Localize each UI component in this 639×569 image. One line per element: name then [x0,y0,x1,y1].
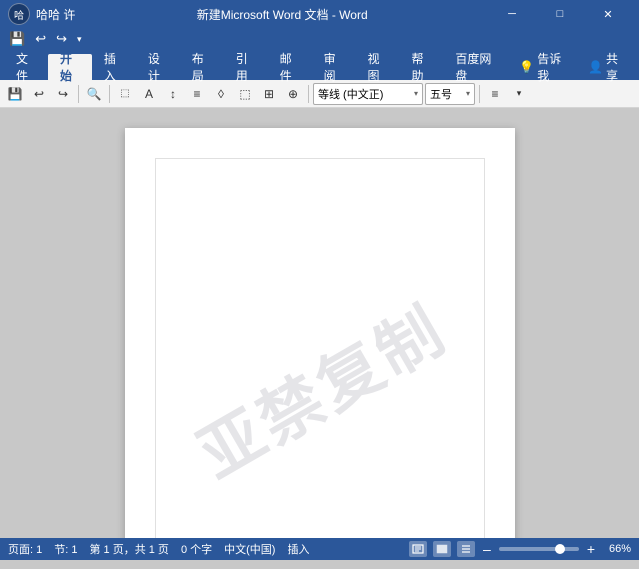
menu-tellme[interactable]: 💡 告诉我 [507,54,576,80]
undo-btn[interactable]: ↩ [28,83,50,105]
window-title: 新建Microsoft Word 文档 - Word [75,6,489,23]
web-layout-icon [436,544,448,554]
zoom-thumb[interactable] [555,544,565,554]
document-page: 亚禁复制 [125,128,515,538]
zoom-slider[interactable] [499,547,579,551]
align-btn[interactable]: ≡ [484,83,506,105]
page-count: 第 1 页，共 1 页 [89,541,168,557]
menu-references[interactable]: 引用 [224,54,268,80]
read-view-btn[interactable] [457,541,475,557]
user-area: 哈 哈哈 许 [8,3,75,25]
menu-mail[interactable]: 邮件 [268,54,312,80]
text-color-btn[interactable]: A [138,83,160,105]
qa-undo-button[interactable]: ↩ [32,30,49,48]
qa-redo-button[interactable]: ↪ [53,30,70,48]
save-icon[interactable]: 💾 [4,83,26,105]
status-bar: 页面: 1 节: 1 第 1 页，共 1 页 0 个字 中文(中国) 插入 [0,538,639,560]
plus-btn[interactable]: ⊕ [282,83,304,105]
print-view-btn[interactable] [409,541,427,557]
menu-file[interactable]: 文件 [4,54,48,80]
close-button[interactable]: ✕ [585,0,631,28]
redo-btn[interactable]: ↪ [52,83,74,105]
grid-btn[interactable]: ⬚ [234,83,256,105]
web-view-btn[interactable] [433,541,451,557]
minimize-button[interactable]: ─ [489,0,535,28]
format-btn[interactable]: ⬚ [114,83,136,105]
menu-start[interactable]: 开始 [48,54,92,80]
window-controls: ─ □ ✕ [489,0,631,28]
maximize-button[interactable]: □ [537,0,583,28]
menu-view[interactable]: 视图 [356,54,400,80]
document-area: 亚禁复制 [0,108,639,538]
quick-access-toolbar: 💾 ↩ ↪ ▾ [0,28,639,50]
menu-layout[interactable]: 布局 [180,54,224,80]
ribbon-tabs: 文件 开始 插入 设计 布局 引用 邮件 审阅 视图 帮助 百度网盘 💡 告诉我… [0,50,639,80]
sep4 [479,85,480,103]
font-size-value: 五号 [430,86,462,102]
qa-customize-button[interactable]: ▾ [74,33,85,46]
menu-review[interactable]: 审阅 [312,54,356,80]
qa-save-button[interactable]: 💾 [6,30,28,48]
zoom-plus-btn[interactable]: + [587,541,595,557]
droparrow-btn[interactable]: ▾ [508,83,530,105]
menu-help[interactable]: 帮助 [399,54,443,80]
sep2 [109,85,110,103]
diamond-btn[interactable]: ◊ [210,83,232,105]
lightbulb-icon: 💡 [519,60,534,74]
read-layout-icon [460,544,472,554]
title-bar: 哈 哈哈 许 新建Microsoft Word 文档 - Word ─ □ ✕ [0,0,639,28]
status-left: 页面: 1 节: 1 第 1 页，共 1 页 0 个字 中文(中国) 插入 [8,541,309,557]
username-label: 哈哈 许 [36,6,75,23]
language: 中文(中国) [224,541,275,557]
table-btn[interactable]: ⊞ [258,83,280,105]
word-count: 0 个字 [181,541,212,557]
sep3 [308,85,309,103]
menu-insert[interactable]: 插入 [92,54,136,80]
section-info: 节: 1 [54,541,77,557]
menu-baidu[interactable]: 百度网盘 [443,54,507,80]
page-info: 页面: 1 [8,541,42,557]
font-size-selector[interactable]: 五号 ▾ [425,83,475,105]
sep1 [78,85,79,103]
zoom-level: 66% [603,543,631,555]
share-icon: 👤 [588,60,603,74]
page-margin-border [155,158,485,538]
font-name-value: 等线 (中文正) [318,86,410,102]
search-btn[interactable]: 🔍 [83,83,105,105]
toolbar-row: 💾 ↩ ↪ 🔍 ⬚ A ↕ ≡ ◊ ⬚ ⊞ ⊕ 等线 (中文正) ▾ 五号 ▾ … [0,80,639,108]
list-btn[interactable]: ≡ [186,83,208,105]
font-name-dropdown-icon: ▾ [414,89,418,98]
menu-share[interactable]: 👤 共享 [576,54,635,80]
zoom-minus-btn[interactable]: – [483,541,491,557]
arrow-btn[interactable]: ↕ [162,83,184,105]
ribbon-tabs-wrapper: 💾 ↩ ↪ ▾ 文件 开始 插入 设计 布局 引用 邮件 审阅 视图 帮助 百度… [0,28,639,80]
font-size-dropdown-icon: ▾ [466,89,470,98]
print-layout-icon [412,544,424,554]
menu-design[interactable]: 设计 [136,54,180,80]
status-right: – + 66% [409,541,631,557]
edit-mode: 插入 [287,541,309,557]
font-name-selector[interactable]: 等线 (中文正) ▾ [313,83,423,105]
avatar: 哈 [8,3,30,25]
